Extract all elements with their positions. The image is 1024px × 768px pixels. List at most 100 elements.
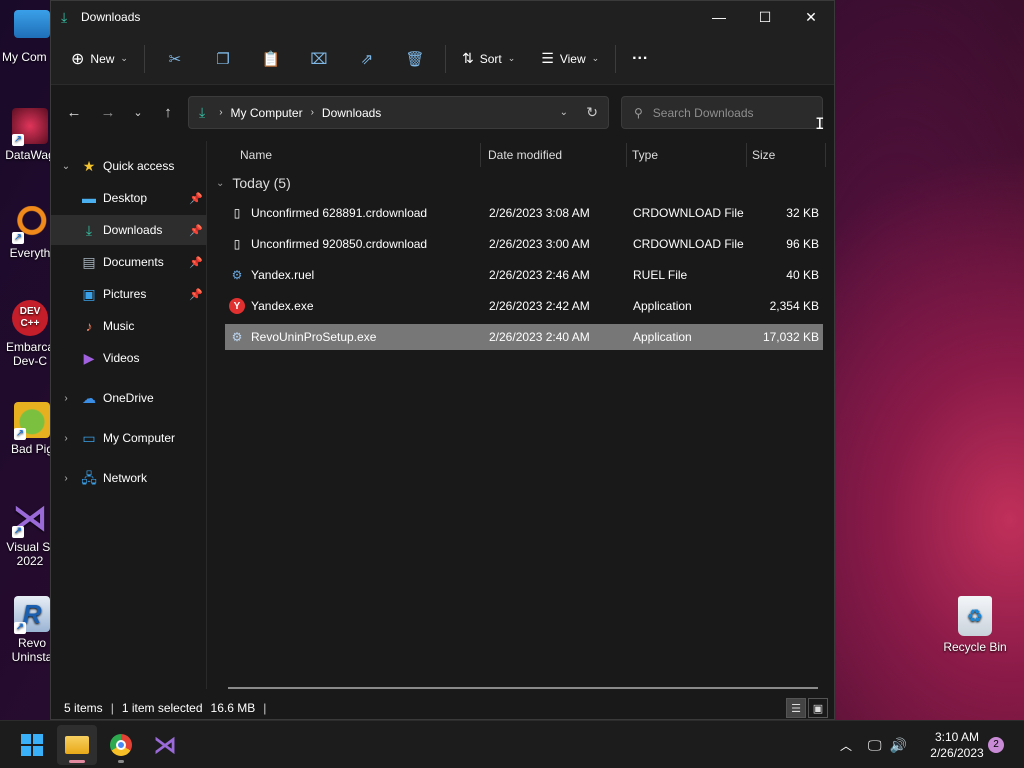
column-divider[interactable] [480, 143, 481, 167]
nav-item-downloads[interactable]: ⤓ Downloads 📌 [51, 215, 207, 245]
file-row[interactable]: ⚙ Yandex.ruel 2/26/2023 2:46 AM RUEL Fil… [225, 262, 823, 288]
column-divider[interactable] [626, 143, 627, 167]
clock[interactable]: 3:10 AM 2/26/2023 [922, 729, 992, 761]
nav-quick-access[interactable]: ⌄ ★ Quick access [51, 151, 207, 181]
recent-locations-button[interactable]: ⌄ [123, 97, 153, 127]
sort-button[interactable]: ⇅ Sort ⌄ [452, 43, 525, 75]
status-divider: | [110, 701, 114, 715]
file-row-selected[interactable]: ⚙ RevoUninProSetup.exe 2/26/2023 2:40 AM… [225, 324, 823, 350]
system-tray: ︿ 🖵 🔊 [840, 721, 907, 768]
notification-badge[interactable]: 2 [988, 737, 1004, 753]
tiles-view-button[interactable]: ▣ [808, 698, 828, 718]
nav-label: My Computer [103, 431, 176, 445]
view-button[interactable]: ☰ View ⌄ [531, 43, 609, 75]
star-icon: ★ [82, 158, 96, 174]
music-icon: ♪ [85, 318, 93, 334]
file-size: 17,032 KB [762, 330, 819, 344]
taskbar-file-explorer[interactable] [57, 725, 97, 765]
folder-icon [65, 736, 89, 754]
nav-item-music[interactable]: ♪ Music [51, 311, 207, 341]
selection-count: 1 item selected [121, 701, 203, 715]
file-type: Application [633, 330, 692, 344]
bad-piggies-icon: ↗ [14, 402, 50, 440]
file-date: 2/26/2023 2:42 AM [489, 299, 590, 313]
search-placeholder: Search Downloads [652, 105, 754, 120]
rename-button[interactable]: ⌧ [305, 43, 333, 75]
visual-studio-icon: ⋊ [153, 731, 177, 759]
nav-network[interactable]: › 🖧 Network [51, 463, 207, 493]
breadcrumb-my-computer[interactable]: My Computer [231, 106, 303, 120]
show-hidden-icons-chevron-up-icon[interactable]: ︿ [840, 737, 852, 754]
taskbar-chrome[interactable] [101, 725, 141, 765]
column-header-type[interactable]: Type [632, 141, 742, 169]
details-view-button[interactable]: ☰ [786, 698, 806, 718]
breadcrumb-downloads[interactable]: Downloads [322, 106, 381, 120]
shortcut-arrow-icon: ↗ [14, 428, 26, 440]
column-divider[interactable] [825, 143, 826, 167]
file-size: 32 KB [786, 206, 819, 220]
file-size: 40 KB [786, 268, 819, 282]
download-icon: ⤓ [199, 104, 206, 120]
column-header-label: Name [240, 148, 273, 162]
search-input[interactable]: ⚲ Search Downloads [621, 96, 823, 129]
pin-icon: 📌 [189, 288, 203, 301]
nav-label: Downloads [103, 223, 163, 237]
nav-label: Documents [103, 255, 164, 269]
nav-item-documents[interactable]: ▤ Documents 📌 [51, 247, 207, 277]
column-header-date[interactable]: Date modified [488, 141, 618, 169]
close-button[interactable]: ✕ [788, 1, 834, 33]
file-icon: ▯ [233, 206, 241, 220]
clock-date: 2/26/2023 [930, 746, 984, 760]
file-row[interactable]: ▯ Unconfirmed 920850.crdownload 2/26/202… [225, 231, 823, 257]
minimize-button[interactable]: — [696, 1, 742, 33]
maximize-button[interactable]: ☐ [742, 1, 788, 33]
text-cursor-icon: I [815, 114, 825, 133]
new-button[interactable]: ⊕ New ⌄ [61, 43, 138, 75]
file-size: 96 KB [786, 237, 819, 251]
nav-onedrive[interactable]: › ☁ OneDrive [51, 383, 207, 413]
group-header-today[interactable]: ⌄ Today (5) [216, 175, 291, 191]
address-bar[interactable]: ⤓ › My Computer › Downloads ⌄ ↻ [188, 96, 609, 129]
chrome-icon [110, 734, 132, 756]
delete-button[interactable]: 🗑 [401, 43, 429, 75]
refresh-icon[interactable]: ↻ [586, 104, 598, 121]
title-bar[interactable]: ⤓ Downloads — ☐ ✕ [51, 1, 834, 33]
ruel-file-icon: ⚙ [231, 268, 243, 282]
share-icon: ⇗ [360, 50, 374, 68]
nav-item-pictures[interactable]: ▣ Pictures 📌 [51, 279, 207, 309]
address-history-dropdown-icon[interactable]: ⌄ [560, 107, 568, 118]
nav-item-desktop[interactable]: ▬ Desktop 📌 [51, 183, 207, 213]
horizontal-scrollbar[interactable] [228, 687, 818, 689]
share-button[interactable]: ⇗ [353, 43, 381, 75]
more-options-button[interactable]: ··· [622, 43, 658, 75]
paste-button[interactable]: 📋 [257, 43, 285, 75]
details-view-icon: ☰ [791, 702, 801, 715]
taskbar-visual-studio[interactable]: ⋊ [145, 725, 185, 765]
start-button[interactable] [12, 725, 52, 765]
volume-icon[interactable]: 🔊 [890, 737, 907, 754]
back-button[interactable]: ← [59, 97, 89, 127]
network-status-icon[interactable]: 🖵 [868, 737, 882, 754]
desktop-icon-recycle-bin[interactable]: ♻ Recycle Bin [940, 596, 1010, 654]
clock-time: 3:10 AM [934, 730, 980, 744]
item-count: 5 items [64, 701, 103, 715]
datawag-icon: ↗ [12, 108, 48, 146]
file-date: 2/26/2023 2:40 AM [489, 330, 590, 344]
up-button[interactable]: ↑ [153, 97, 183, 127]
forward-button[interactable]: → [93, 97, 123, 127]
nav-item-videos[interactable]: ▶ Videos [51, 343, 207, 373]
column-header-name[interactable]: Name [240, 141, 480, 169]
file-size: 2,354 KB [769, 299, 819, 313]
file-row[interactable]: Y Yandex.exe 2/26/2023 2:42 AM Applicati… [225, 293, 823, 319]
column-header-size[interactable]: Size [752, 141, 822, 169]
file-row[interactable]: ▯ Unconfirmed 628891.crdownload 2/26/202… [225, 200, 823, 226]
file-name: Unconfirmed 920850.crdownload [251, 237, 428, 251]
command-bar: ⊕ New ⌄ ✂ ❐ 📋 ⌧ ⇗ 🗑 ⇅ Sort ⌄ ☰ View ⌄ ··… [51, 33, 834, 85]
nav-my-computer[interactable]: › ▭ My Computer [51, 423, 207, 453]
cut-button[interactable]: ✂ [161, 43, 189, 75]
view-button-label: View [559, 51, 586, 66]
breadcrumb-separator-icon: › [310, 107, 314, 118]
column-divider[interactable] [746, 143, 747, 167]
copy-button[interactable]: ❐ [209, 43, 237, 75]
windows-logo-icon [21, 734, 43, 756]
